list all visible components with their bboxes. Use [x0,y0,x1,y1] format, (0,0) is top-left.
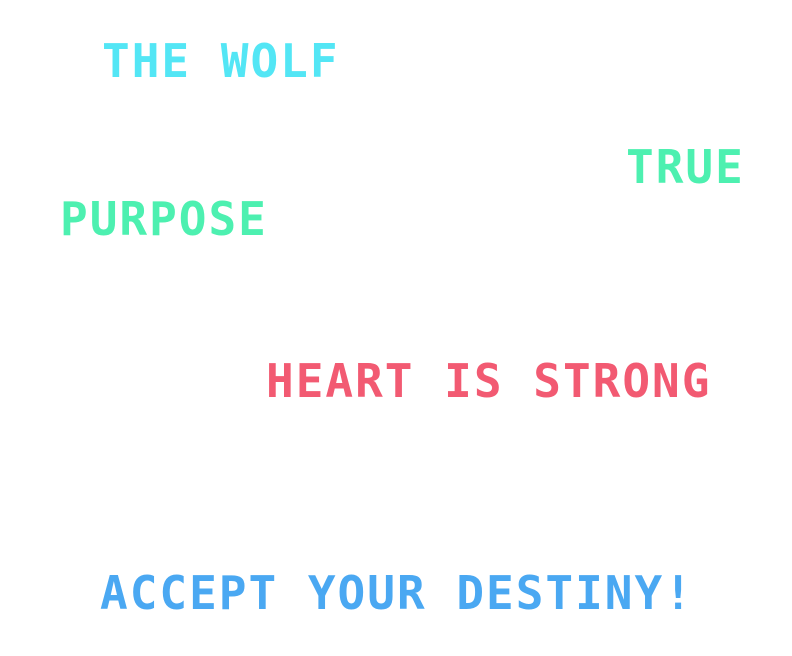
phrase-the-wolf: THE WOLF [102,34,340,88]
phrase-accept-your-destiny: ACCEPT YOUR DESTINY! [100,566,694,620]
game-screen: THE WOLF TRUE PURPOSE HEART IS STRONG AC… [0,0,792,656]
phrase-heart-is-strong: HEART IS STRONG [266,354,712,408]
phrase-purpose: PURPOSE [60,192,268,246]
phrase-true: TRUE [626,140,745,194]
